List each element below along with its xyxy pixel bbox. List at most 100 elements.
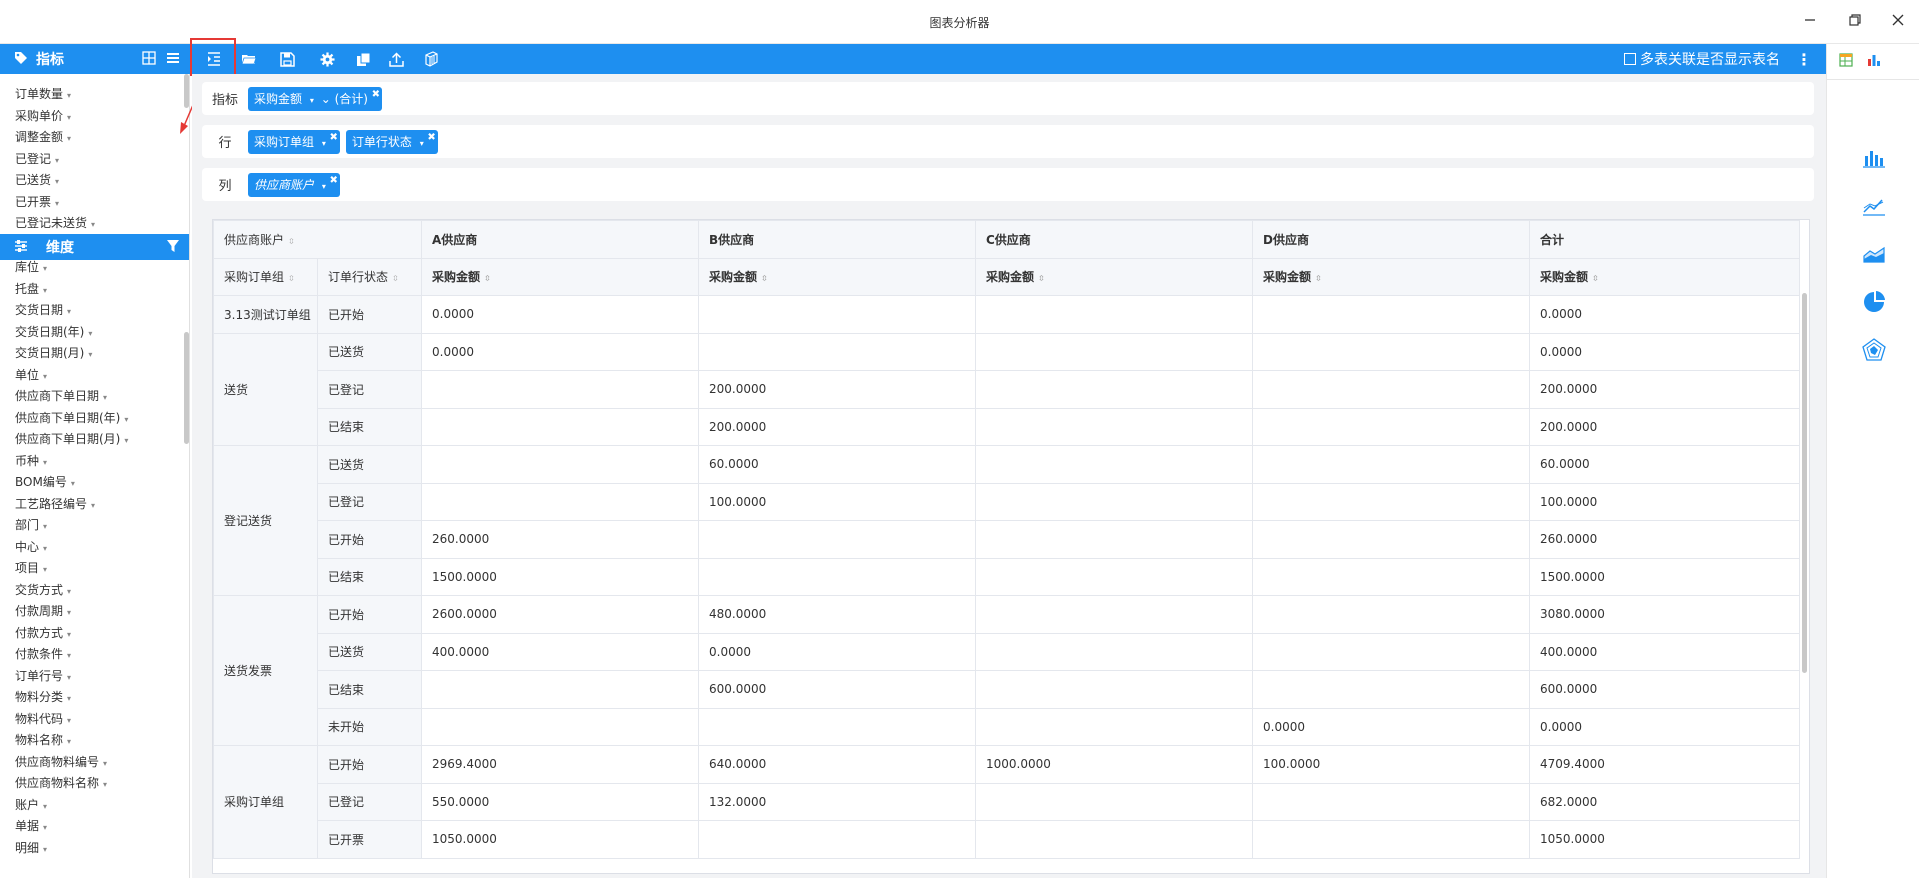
measure-header[interactable]: 采购金额 ⇳ [975, 257, 1253, 296]
row-pill-0[interactable]: 采购订单组 ▾ ✖ [248, 129, 340, 154]
dimensions-item[interactable]: 托盘 ▾ [0, 279, 184, 301]
caret-down-icon[interactable]: ▾ [103, 393, 107, 402]
dimensions-item[interactable]: 交货方式 ▾ [0, 580, 184, 602]
remove-pill-icon[interactable]: ✖ [372, 83, 380, 107]
dimensions-item[interactable]: 工艺路径编号 ▾ [0, 494, 184, 516]
caret-down-icon[interactable]: ▾ [55, 177, 59, 186]
save-icon[interactable] [274, 44, 300, 74]
column-pill-0[interactable]: 供应商账户 ▾ ✖ [248, 172, 340, 197]
open-folder-icon[interactable] [236, 44, 262, 74]
metrics-item[interactable]: 调整金额 ▾ [0, 127, 184, 149]
chevron-down-icon[interactable]: ⌄ [321, 92, 331, 106]
row-pill-1[interactable]: 订单行状态 ▾ ✖ [345, 129, 438, 154]
table-view-icon[interactable] [1839, 53, 1853, 70]
caret-down-icon[interactable]: ▾ [91, 501, 95, 510]
remove-pill-icon[interactable]: ✖ [329, 126, 337, 150]
dimensions-item[interactable]: 交货日期(月) ▾ [0, 343, 184, 365]
caret-down-icon[interactable]: ▾ [322, 182, 326, 191]
caret-down-icon[interactable]: ▾ [67, 113, 71, 122]
caret-down-icon[interactable]: ▾ [43, 264, 47, 273]
bar-chart-icon[interactable] [1827, 148, 1919, 168]
sort-icon[interactable]: ⇳ [1592, 274, 1599, 283]
caret-down-icon[interactable]: ▾ [43, 372, 47, 381]
sort-icon[interactable]: ⇳ [1315, 274, 1322, 283]
dimensions-item[interactable]: 项目 ▾ [0, 558, 184, 580]
dimensions-item[interactable]: 币种 ▾ [0, 451, 184, 473]
row-header-group[interactable]: 采购订单组 ⇳ [213, 257, 318, 296]
dimensions-item[interactable]: 单据 ▾ [0, 816, 184, 838]
measure-header[interactable]: 采购金额 ⇳ [1529, 257, 1800, 296]
caret-down-icon[interactable]: ▾ [67, 630, 71, 639]
filter-icon[interactable] [166, 239, 180, 256]
restore-icon[interactable] [1845, 12, 1865, 32]
metrics-item[interactable]: 已登记 ▾ [0, 149, 184, 171]
dimensions-item[interactable]: 交货日期(年) ▾ [0, 322, 184, 344]
caret-down-icon[interactable]: ▾ [43, 286, 47, 295]
metrics-item[interactable]: 已送货 ▾ [0, 170, 184, 192]
caret-down-icon[interactable]: ▾ [43, 522, 47, 531]
table-scrollbar[interactable] [1802, 293, 1807, 673]
radar-chart-icon[interactable] [1827, 338, 1919, 362]
row-header-status[interactable]: 订单行状态 ⇳ [317, 257, 422, 296]
caret-down-icon[interactable]: ▾ [67, 91, 71, 100]
caret-down-icon[interactable]: ▾ [43, 544, 47, 553]
caret-down-icon[interactable]: ▾ [420, 139, 424, 148]
metric-drop-zone[interactable]: 指标 采购金额 ▾ ⌄ (合计) ✖ [202, 82, 1814, 115]
dimensions-item[interactable]: 付款条件 ▾ [0, 644, 184, 666]
chart-view-icon[interactable] [1867, 53, 1881, 70]
caret-down-icon[interactable]: ▾ [322, 139, 326, 148]
cube-icon[interactable] [418, 44, 444, 74]
dimensions-item[interactable]: 明细 ▾ [0, 838, 184, 860]
caret-down-icon[interactable]: ▾ [124, 436, 128, 445]
dimensions-item[interactable]: 订单行号 ▾ [0, 666, 184, 688]
sort-icon[interactable]: ⇳ [392, 274, 399, 283]
line-chart-icon[interactable] [1827, 196, 1919, 216]
caret-down-icon[interactable]: ▾ [71, 479, 75, 488]
dimensions-item[interactable]: 账户 ▾ [0, 795, 184, 817]
close-icon[interactable] [1888, 12, 1908, 32]
caret-down-icon[interactable]: ▾ [55, 156, 59, 165]
caret-down-icon[interactable]: ▾ [43, 802, 47, 811]
dimensions-item[interactable]: 供应商下单日期(月) ▾ [0, 429, 184, 451]
list-view-icon[interactable] [166, 51, 180, 68]
dimensions-item[interactable]: 库位 ▾ [0, 257, 184, 279]
more-vertical-icon[interactable]: ⋮ [1796, 50, 1812, 69]
dimensions-item[interactable]: 供应商物料编号 ▾ [0, 752, 184, 774]
caret-down-icon[interactable]: ▾ [88, 350, 92, 359]
grid-view-icon[interactable] [142, 50, 156, 68]
dimensions-item[interactable]: 物料分类 ▾ [0, 687, 184, 709]
caret-down-icon[interactable]: ▾ [67, 608, 71, 617]
gear-icon[interactable] [314, 44, 340, 74]
row-drop-zone[interactable]: 行 采购订单组 ▾ ✖ 订单行状态 ▾ ✖ [202, 125, 1814, 158]
caret-down-icon[interactable]: ▾ [55, 199, 59, 208]
remove-pill-icon[interactable]: ✖ [329, 169, 337, 193]
caret-down-icon[interactable]: ▾ [91, 220, 95, 229]
caret-down-icon[interactable]: ▾ [124, 415, 128, 424]
dimensions-item[interactable]: BOM编号 ▾ [0, 472, 184, 494]
caret-down-icon[interactable]: ▾ [103, 759, 107, 768]
caret-down-icon[interactable]: ▾ [43, 845, 47, 854]
dimensions-item[interactable]: 供应商下单日期 ▾ [0, 386, 184, 408]
measure-header[interactable]: 采购金额 ⇳ [698, 257, 976, 296]
show-table-name-checkbox[interactable] [1624, 53, 1636, 65]
dimensions-item[interactable]: 物料代码 ▾ [0, 709, 184, 731]
dimensions-item[interactable]: 付款周期 ▾ [0, 601, 184, 623]
caret-down-icon[interactable]: ▾ [67, 673, 71, 682]
metrics-item[interactable]: 采购单价 ▾ [0, 106, 184, 128]
caret-down-icon[interactable]: ▾ [67, 134, 71, 143]
dimensions-item[interactable]: 物料名称 ▾ [0, 730, 184, 752]
metrics-item[interactable]: 已登记未送货 ▾ [0, 213, 184, 235]
dimensions-item[interactable]: 中心 ▾ [0, 537, 184, 559]
caret-down-icon[interactable]: ▾ [43, 458, 47, 467]
upload-icon[interactable] [383, 44, 409, 74]
minimize-icon[interactable] [1800, 12, 1820, 32]
dimensions-item[interactable]: 单位 ▾ [0, 365, 184, 387]
column-drop-zone[interactable]: 列 供应商账户 ▾ ✖ [202, 168, 1814, 201]
remove-pill-icon[interactable]: ✖ [427, 126, 435, 150]
sort-icon[interactable]: ⇳ [288, 237, 295, 246]
copy-icon[interactable] [350, 44, 376, 74]
caret-down-icon[interactable]: ▾ [67, 587, 71, 596]
caret-down-icon[interactable]: ▾ [310, 96, 314, 105]
dimensions-item[interactable]: 部门 ▾ [0, 515, 184, 537]
metrics-item[interactable]: 订单数量 ▾ [0, 84, 184, 106]
